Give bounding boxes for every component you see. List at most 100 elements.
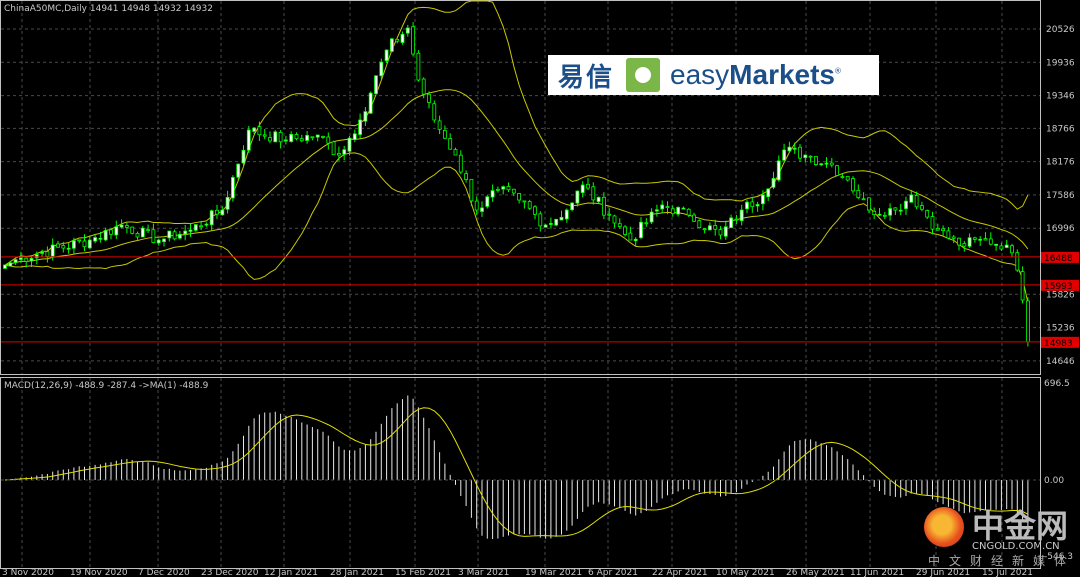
- candle-body: [946, 230, 951, 239]
- candle-body: [596, 196, 601, 202]
- candle-body: [745, 201, 749, 210]
- candle-body: [951, 236, 956, 239]
- candle-body: [501, 186, 506, 190]
- candle-body: [617, 223, 622, 227]
- candle-body: [400, 33, 405, 43]
- logo-mark-icon: [626, 58, 661, 92]
- candle-body: [702, 228, 707, 231]
- macd-panel-frame: [0, 377, 1041, 569]
- candle-body: [18, 257, 23, 260]
- candle-body: [1004, 244, 1009, 248]
- candle-body: [681, 207, 686, 210]
- candle-body: [925, 210, 930, 218]
- candle-body: [379, 61, 384, 77]
- candle-body: [649, 211, 654, 223]
- candle-body: [543, 224, 548, 228]
- x-tick-label: 12 Jan 2021: [264, 568, 318, 577]
- candle-body: [215, 209, 219, 215]
- candle-body: [962, 243, 967, 247]
- watermark-tagline: 中文财经新媒体: [928, 554, 1076, 568]
- candle-body: [257, 126, 262, 136]
- candle-body: [549, 223, 553, 225]
- candle-body: [941, 228, 945, 232]
- y-tick-label: 18766: [1046, 124, 1075, 134]
- candle-body: [708, 225, 712, 231]
- candle-body: [517, 193, 521, 201]
- candle-body: [670, 208, 675, 215]
- candle-body: [718, 229, 723, 236]
- candle-body: [45, 251, 50, 257]
- candle-body: [755, 204, 760, 207]
- candle-body: [416, 52, 421, 81]
- candle-body: [676, 206, 680, 215]
- candle-body: [135, 232, 140, 238]
- candle-body: [713, 225, 718, 230]
- candle-body: [193, 224, 198, 231]
- candle-body: [363, 111, 368, 122]
- x-tick-label: 3 Mar 2021: [458, 568, 509, 577]
- candle-body: [734, 218, 739, 221]
- candle-body: [368, 92, 373, 114]
- candle-body: [776, 160, 781, 181]
- candle-body: [72, 240, 76, 249]
- candle-body: [8, 262, 13, 267]
- x-tick-label: 19 Nov 2020: [70, 568, 128, 577]
- price-level-label: 15993: [1044, 282, 1073, 292]
- candle-body: [13, 259, 18, 263]
- candle-body: [575, 190, 580, 204]
- x-tick-label: 7 Dec 2020: [138, 568, 190, 577]
- x-tick-label: 15 Jul 2021: [982, 568, 1033, 577]
- cngold-watermark: 中金网 CNGOLD.COM.CN 中文财经新媒体: [920, 505, 1080, 568]
- candle-body: [697, 220, 702, 228]
- candle-body: [607, 213, 612, 216]
- x-tick-label: 19 Mar 2021: [525, 568, 582, 577]
- candle-body: [50, 244, 55, 257]
- candle-body: [904, 200, 908, 209]
- candle-body: [262, 134, 267, 137]
- candle-body: [103, 229, 108, 241]
- price-chart: 3 Nov 2020 19 Nov 2020 7 Dec 2020 23 Dec 20…: [0, 0, 1079, 577]
- candle-body: [564, 209, 569, 220]
- x-tick-label: 23 Dec 2020: [201, 568, 259, 577]
- candle-body: [935, 227, 940, 231]
- logo-en: easyMarkets®: [670, 59, 841, 90]
- candle-body: [819, 163, 824, 166]
- candle-body: [209, 210, 214, 226]
- candle-body: [119, 224, 124, 228]
- candle-body: [686, 208, 691, 216]
- chart-header: ChinaA50MC,Daily 14941 14948 14932 14932: [4, 4, 213, 14]
- x-tick-label: 11 Jun 2021: [850, 568, 904, 577]
- candle-body: [273, 131, 278, 143]
- candle-body: [384, 49, 389, 62]
- candle-body: [1015, 252, 1020, 271]
- candle-body: [490, 190, 495, 198]
- candle-body: [98, 237, 103, 240]
- candle-body: [533, 206, 537, 215]
- candle-body: [347, 137, 352, 152]
- candle-body: [845, 176, 850, 181]
- macd-header: MACD(12,26,9) -488.9 -287.4 ->MA(1) -488…: [4, 381, 209, 391]
- candle-body: [893, 207, 898, 211]
- candle-body: [437, 120, 442, 130]
- candle-body: [336, 152, 341, 156]
- candle-body: [162, 238, 166, 243]
- candle-body: [389, 38, 394, 52]
- candle-body: [172, 231, 177, 240]
- candle-body: [146, 229, 151, 232]
- candle-body: [639, 221, 643, 239]
- candle-body: [888, 208, 892, 216]
- x-tick-label: 29 Jun 2021: [916, 568, 970, 577]
- candle-body: [278, 131, 283, 143]
- candle-body: [877, 213, 882, 216]
- candle-body: [1010, 245, 1014, 254]
- candle-body: [829, 162, 834, 166]
- candle-body: [310, 136, 315, 139]
- candle-body: [914, 195, 919, 208]
- candle-body: [495, 188, 500, 191]
- x-tick-label: 28 Jan 2021: [330, 568, 384, 577]
- candle-body: [140, 227, 145, 238]
- candle-body: [814, 156, 818, 165]
- candle-body: [750, 201, 755, 208]
- y-tick-label: 19346: [1046, 92, 1075, 102]
- candle-body: [469, 178, 474, 202]
